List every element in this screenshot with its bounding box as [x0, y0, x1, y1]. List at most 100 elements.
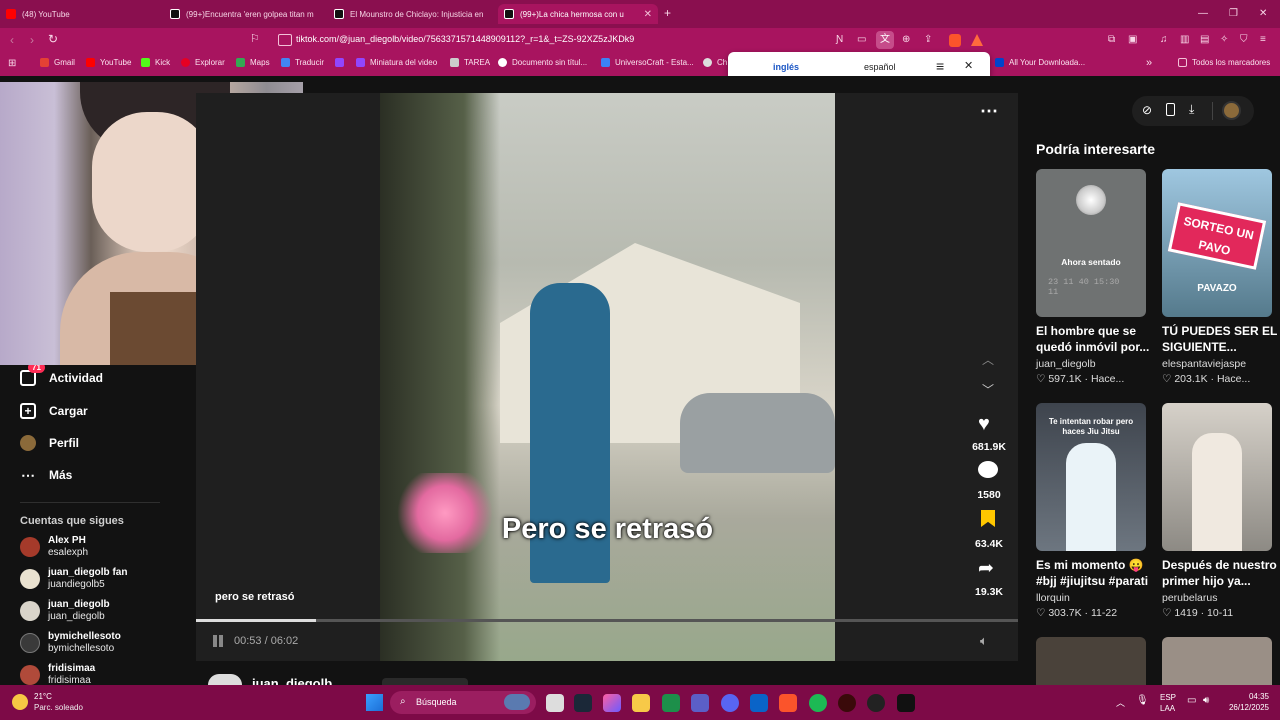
suggestion-thumbnail[interactable]: [1162, 403, 1272, 551]
mail-icon[interactable]: [750, 694, 768, 712]
translate-to-lang[interactable]: español: [864, 62, 896, 72]
suggestion-thumbnail[interactable]: Ahora sentado 23 11 40 15:30 11: [1036, 169, 1146, 317]
brave-icon[interactable]: [779, 694, 797, 712]
translate-close-icon[interactable]: ✕: [964, 59, 973, 72]
suggestion-author[interactable]: elespantaviejaspe: [1162, 357, 1246, 372]
close-tab-icon[interactable]: ✕: [638, 9, 658, 20]
following-item[interactable]: juan_diegolb juan_diegolb: [20, 599, 110, 623]
cast-icon[interactable]: ▭: [857, 34, 866, 46]
nav-cargar[interactable]: + Cargar: [20, 403, 88, 419]
bookmark-allyourdownload[interactable]: All Your Downloada...: [995, 58, 1085, 67]
bookmark-universocraft[interactable]: UniversoCraft - Esta...: [601, 58, 694, 67]
follow-button[interactable]: [382, 678, 468, 685]
pause-icon[interactable]: [213, 635, 217, 647]
reload-icon[interactable]: ↻: [48, 33, 58, 45]
discord-icon[interactable]: [721, 694, 739, 712]
bookmark-gmail[interactable]: Gmail: [40, 58, 75, 67]
mic-icon[interactable]: 🎙︎: [1136, 695, 1149, 706]
search-box[interactable]: ⌕ Búsqueda: [390, 691, 536, 714]
suggestion-author[interactable]: llorquin: [1036, 591, 1070, 606]
bookmark-miniatura[interactable]: Miniatura del video: [356, 58, 437, 67]
suggestion-thumbnail[interactable]: [1162, 637, 1272, 685]
nav-mas[interactable]: ⋯ Más: [20, 467, 72, 483]
excel-icon[interactable]: [662, 694, 680, 712]
media-icon[interactable]: ♫: [1160, 34, 1168, 46]
copilot-icon[interactable]: [603, 694, 621, 712]
screenshot-icon[interactable]: ▣: [1128, 34, 1137, 46]
suggestion-title[interactable]: Es mi momento 😛 #bjj #jiujitsu #parati: [1036, 557, 1152, 589]
user-avatar[interactable]: [1222, 101, 1241, 120]
video-player[interactable]: Pero se retrasó ⋯ ︿ ﹀ ♥ 681.9K 1580 63.4…: [196, 93, 1018, 661]
share-icon[interactable]: ➦: [978, 557, 994, 580]
bookmark-ch[interactable]: Ch: [703, 58, 727, 67]
site-info-icon[interactable]: [278, 34, 292, 46]
network-icon[interactable]: ▭: [1187, 695, 1196, 706]
author-name[interactable]: juan_diegolb: [252, 676, 332, 685]
logitech-icon[interactable]: [897, 694, 915, 712]
following-item[interactable]: juan_diegolb fan juandiegolb5: [20, 567, 127, 591]
teams-icon[interactable]: [691, 694, 709, 712]
following-item[interactable]: Alex PH esalexph: [20, 535, 88, 559]
suggestion-author[interactable]: juan_diegolb: [1036, 357, 1096, 372]
translate-from-lang[interactable]: inglés: [773, 62, 799, 72]
translate-icon[interactable]: 文: [876, 31, 894, 49]
task-view-icon[interactable]: [546, 694, 564, 712]
sidebar-icon[interactable]: ▥: [1180, 34, 1189, 46]
clock-time[interactable]: 04:35: [1215, 692, 1269, 701]
suggestion-thumbnail[interactable]: SORTEO UN PAVO PAVAZO: [1162, 169, 1272, 317]
bookmark-documento[interactable]: Documento sin títul...: [498, 58, 587, 67]
url-field[interactable]: tiktok.com/@juan_diegolb/video/756337157…: [296, 34, 634, 44]
forward-icon[interactable]: ›: [30, 34, 34, 46]
author-avatar[interactable]: [208, 674, 242, 685]
prev-video-icon[interactable]: ︿: [982, 351, 994, 368]
vpn-icon[interactable]: ⛉: [1240, 34, 1248, 46]
bookmark-tarea[interactable]: TAREA: [450, 58, 490, 67]
bookmark-twitch[interactable]: [335, 58, 349, 67]
restore-icon[interactable]: ❐: [1229, 8, 1238, 20]
weather-icon[interactable]: [12, 694, 28, 710]
wallet-icon[interactable]: ▤: [1200, 34, 1209, 46]
leo-icon[interactable]: ✧: [1220, 34, 1228, 46]
bookmark-explorar[interactable]: Explorar: [181, 58, 225, 67]
next-video-icon[interactable]: ﹀: [982, 381, 994, 398]
apps-icon[interactable]: ⊞: [8, 58, 16, 70]
nav-perfil[interactable]: Perfil: [20, 435, 79, 451]
windows-start-icon[interactable]: [366, 694, 383, 711]
tab-tiktok-active[interactable]: (99+)La chica hermosa con u ✕: [498, 4, 658, 24]
tab-tiktok-1[interactable]: (99+)Encuentra 'eren golpea titan m: [170, 4, 332, 24]
more-options-icon[interactable]: ⋯: [980, 101, 998, 122]
tab-youtube[interactable]: (48) YouTube: [6, 4, 168, 24]
following-item[interactable]: bymichellesoto bymichellesoto: [20, 631, 121, 655]
app-icon[interactable]: [838, 694, 856, 712]
save-icon[interactable]: [981, 510, 995, 527]
brave-shield-icon[interactable]: [949, 34, 961, 47]
bookmark-traducir[interactable]: Traducir: [281, 58, 324, 67]
suggestion-thumbnail[interactable]: [1036, 637, 1146, 685]
compass-icon[interactable]: ⊘: [1142, 103, 1152, 117]
minimize-icon[interactable]: —: [1198, 8, 1208, 20]
share-icon[interactable]: ⇪: [924, 34, 932, 46]
suggestion-title[interactable]: TÚ PUEDES SER EL SIGUIENTE...: [1162, 323, 1278, 355]
bookmark-youtube[interactable]: YouTube: [86, 58, 131, 67]
translate-options-icon[interactable]: ≡: [936, 58, 944, 74]
language-code[interactable]: ESP: [1160, 693, 1176, 702]
back-icon[interactable]: ‹: [10, 34, 14, 46]
video-frame[interactable]: Pero se retrasó: [380, 93, 835, 661]
tray-chevron-icon[interactable]: ︿: [1116, 696, 1125, 709]
volume-icon[interactable]: 🔊︎: [1203, 695, 1209, 706]
volume-icon[interactable]: 🔈︎: [980, 633, 988, 649]
reader-icon[interactable]: Ɲ: [836, 34, 843, 46]
file-explorer-icon[interactable]: [632, 694, 650, 712]
zoom-icon[interactable]: ⊕: [902, 34, 910, 46]
nav-actividad[interactable]: 71 Actividad: [20, 362, 103, 386]
new-tab-icon[interactable]: +: [664, 7, 671, 19]
brave-rewards-icon[interactable]: [971, 34, 983, 46]
suggestion-title[interactable]: Después de nuestro primer hijo ya...: [1162, 557, 1278, 589]
suggestion-thumbnail[interactable]: Te intentan robar pero haces Jiu Jitsu: [1036, 403, 1146, 551]
bookmark-kick[interactable]: Kick: [141, 58, 170, 67]
more-bookmarks-icon[interactable]: »: [1146, 57, 1152, 69]
bookmark-icon[interactable]: ⚐: [250, 33, 260, 45]
like-icon[interactable]: ♥: [978, 413, 990, 436]
download-icon[interactable]: ⤓: [1189, 102, 1194, 117]
device-icon[interactable]: [1166, 103, 1175, 116]
